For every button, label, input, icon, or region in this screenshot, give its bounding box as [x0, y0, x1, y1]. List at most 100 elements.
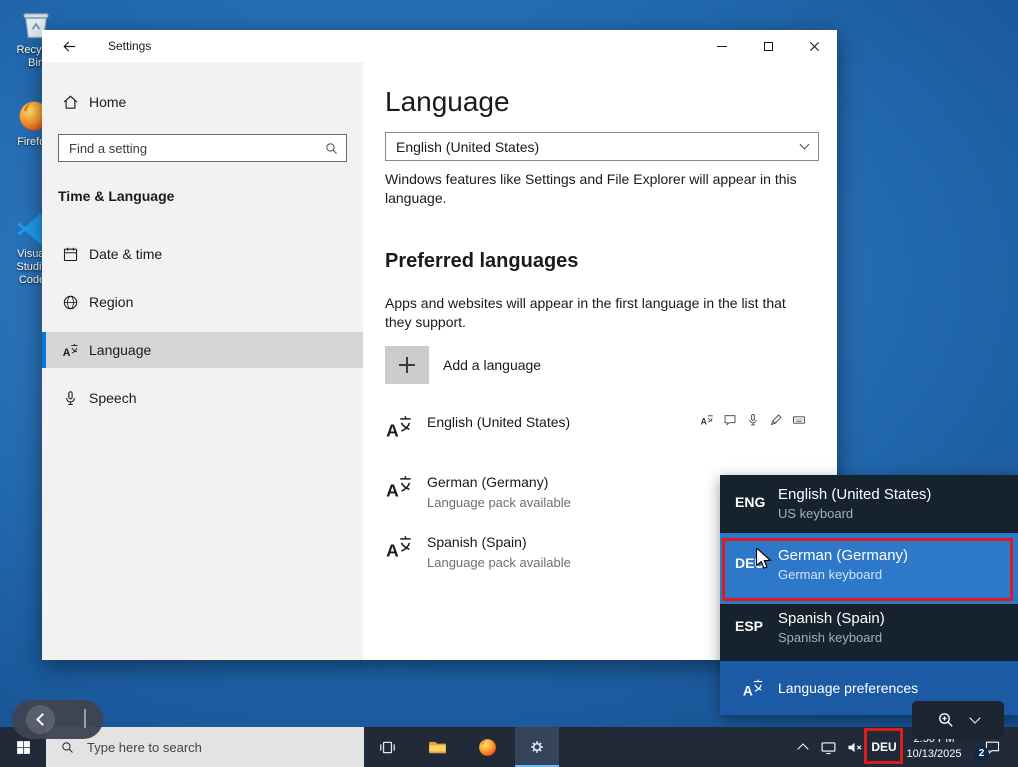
- tray-show-hidden-icons-button[interactable]: [792, 727, 814, 767]
- flyout-language-name: English (United States): [778, 486, 932, 503]
- sidebar-item-label: Date & time: [89, 246, 163, 262]
- language-code: ESP: [735, 618, 764, 634]
- nav-forward-button[interactable]: [83, 708, 89, 729]
- flyout-keyboard-name: Spanish keyboard: [778, 630, 883, 645]
- minimize-icon: [717, 45, 727, 47]
- tray-network-button[interactable]: [816, 727, 840, 767]
- chevron-down-icon[interactable]: [969, 712, 981, 724]
- language-list-item-english[interactable]: English (United States): [385, 410, 819, 464]
- display-language-icon: [700, 413, 714, 427]
- minimize-button[interactable]: [699, 30, 745, 62]
- display-language-dropdown[interactable]: English (United States): [385, 132, 819, 161]
- display-language-description: Windows features like Settings and File …: [385, 171, 797, 206]
- sidebar-item-language[interactable]: Language: [42, 332, 363, 368]
- sidebar-item-label: Speech: [89, 390, 137, 406]
- network-icon: [820, 739, 837, 756]
- sidebar-item-speech[interactable]: Speech: [42, 380, 363, 416]
- app-language-icon: [723, 413, 737, 427]
- flyout-item-spanish[interactable]: ESP Spanish (Spain) Spanish keyboard: [720, 604, 1018, 661]
- language-glyph-icon: [385, 473, 413, 501]
- firefox-taskbar-button[interactable]: [465, 727, 509, 767]
- search-input[interactable]: [59, 135, 346, 161]
- language-code: DEU: [735, 555, 765, 571]
- tray-volume-button[interactable]: [842, 727, 866, 767]
- file-explorer-button[interactable]: [415, 727, 459, 767]
- typing-icon: [792, 413, 806, 427]
- flyout-language-name: German (Germany): [778, 547, 909, 564]
- flyout-language-name: Spanish (Spain): [778, 610, 885, 627]
- zoom-overlay: [912, 701, 1004, 739]
- volume-muted-icon: [846, 739, 863, 756]
- language-glyph-icon: [742, 677, 764, 699]
- speech-mic-icon: [62, 390, 79, 407]
- sidebar-item-label: Home: [89, 94, 127, 110]
- sidebar-item-label: Language: [89, 342, 152, 358]
- language-note: Language pack available: [427, 495, 571, 510]
- desktop: Recycle Bin Firefox Visual Studio Code S…: [0, 0, 1018, 767]
- sidebar-item-home[interactable]: Home: [42, 84, 363, 120]
- handwriting-icon: [769, 413, 783, 427]
- sidebar-item-date-time[interactable]: Date & time: [42, 236, 363, 272]
- preferred-languages-title: Preferred languages: [385, 250, 579, 272]
- maximize-button[interactable]: [745, 30, 791, 62]
- tray-date: 10/13/2025: [906, 748, 962, 760]
- sidebar: Home Time & Language Date & time Region …: [42, 62, 363, 660]
- back-arrow-icon: [61, 38, 78, 55]
- preferred-languages-description: Apps and websites will appear in the fir…: [385, 295, 786, 330]
- add-language-label: Add a language: [443, 357, 542, 373]
- close-icon: [809, 41, 820, 52]
- sidebar-section-title: Time & Language: [58, 188, 175, 204]
- close-button[interactable]: [791, 30, 837, 62]
- language-name: German (Germany): [427, 474, 549, 490]
- nav-back-button[interactable]: [26, 705, 56, 734]
- file-explorer-icon: [427, 737, 448, 758]
- region-globe-icon: [62, 294, 79, 311]
- date-time-icon: [62, 246, 79, 263]
- windows-logo-icon: [15, 739, 32, 756]
- plus-icon: [385, 346, 429, 384]
- language-preferences-label: Language preferences: [778, 680, 919, 696]
- language-icon: [62, 342, 79, 359]
- chevron-left-icon: [35, 713, 49, 726]
- window-title: Settings: [108, 39, 152, 53]
- language-name: English (United States): [427, 414, 571, 430]
- language-switcher-flyout: ENG English (United States) US keyboard …: [720, 475, 1018, 715]
- notification-badge: 2: [974, 746, 989, 761]
- page-title: Language: [385, 86, 510, 117]
- firefox-icon: [477, 737, 498, 758]
- caption-buttons: [699, 30, 837, 62]
- taskbar-search-input[interactable]: [75, 739, 364, 755]
- settings-window: Settings Home Time & Language Date & tim…: [42, 30, 837, 660]
- taskbar: DEU 2:50 PM 10/13/2025 2: [0, 727, 1018, 767]
- search-icon: [324, 141, 339, 156]
- flyout-item-english[interactable]: ENG English (United States) US keyboard: [720, 475, 1018, 533]
- flyout-item-german-selected[interactable]: DEU German (Germany) German keyboard: [720, 533, 1018, 604]
- language-name: Spanish (Spain): [427, 534, 527, 550]
- zoom-in-icon[interactable]: [937, 711, 955, 729]
- task-view-icon: [378, 738, 397, 757]
- add-language-button[interactable]: Add a language: [385, 346, 541, 384]
- tray-language-button[interactable]: DEU: [866, 727, 902, 767]
- settings-taskbar-button[interactable]: [515, 727, 559, 767]
- language-note: Language pack available: [427, 555, 571, 570]
- gear-icon: [528, 738, 546, 756]
- sidebar-item-label: Region: [89, 294, 134, 310]
- language-glyph-icon: [385, 533, 413, 561]
- chevron-up-icon: [797, 743, 809, 755]
- speech-feature-icon: [746, 413, 760, 427]
- language-code: ENG: [735, 494, 766, 510]
- chevron-down-icon: [799, 139, 810, 150]
- task-view-button[interactable]: [365, 727, 409, 767]
- sidebar-item-region[interactable]: Region: [42, 284, 363, 320]
- back-button[interactable]: [48, 30, 90, 62]
- home-icon: [62, 94, 79, 111]
- maximize-icon: [763, 41, 773, 51]
- search-icon: [60, 740, 75, 755]
- flyout-keyboard-name: US keyboard: [778, 506, 854, 521]
- title-bar: Settings: [42, 30, 837, 62]
- language-feature-icons: [700, 413, 806, 427]
- chevron-right-icon: [83, 708, 86, 728]
- find-setting-searchbox[interactable]: [58, 134, 347, 162]
- nav-overlay: [12, 700, 103, 739]
- language-glyph-icon: [385, 413, 413, 441]
